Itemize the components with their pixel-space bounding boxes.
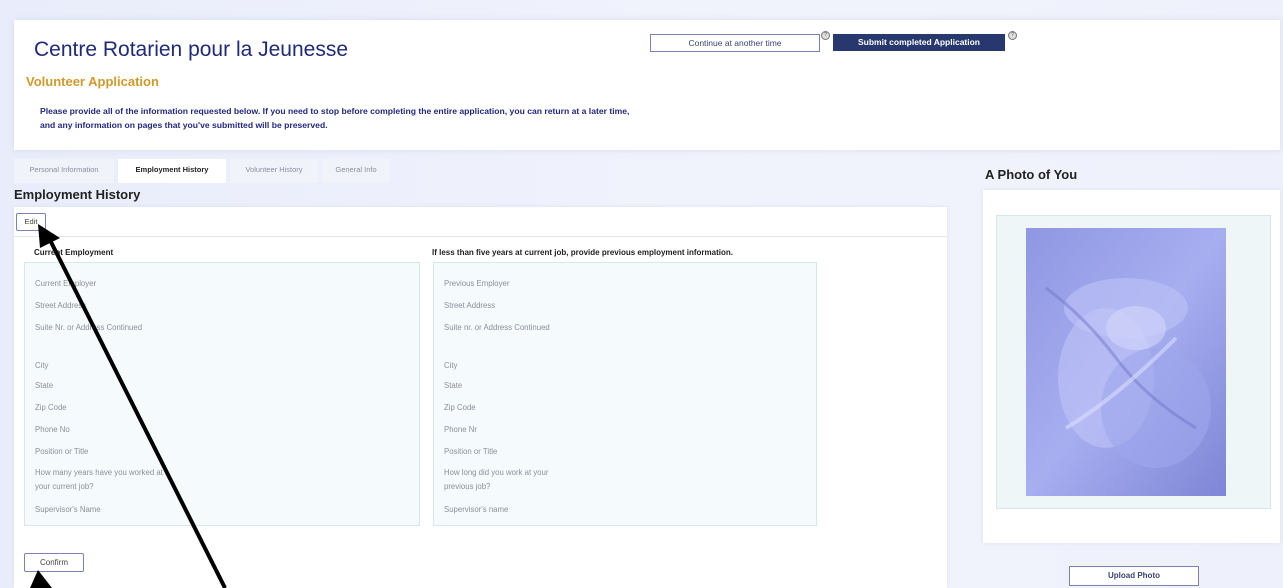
field-phone[interactable]: Phone No xyxy=(35,423,70,437)
field-prev-position[interactable]: Position or Title xyxy=(444,445,497,459)
tab-volunteer-history[interactable]: Volunteer History xyxy=(230,159,318,183)
field-state[interactable]: State xyxy=(35,379,53,393)
continue-later-button[interactable]: Continue at another time xyxy=(650,34,820,52)
photo-title: A Photo of You xyxy=(985,167,1078,182)
help-icon[interactable]: ? xyxy=(821,31,830,40)
field-previous-employer[interactable]: Previous Employer xyxy=(444,277,509,291)
field-street-address[interactable]: Street Address xyxy=(35,299,86,313)
tab-general-info[interactable]: General Info xyxy=(322,159,390,183)
photo-frame xyxy=(996,215,1271,509)
submit-application-button[interactable]: Submit completed Application xyxy=(833,34,1005,51)
upload-photo-button[interactable]: Upload Photo xyxy=(1069,566,1199,586)
field-suite-address[interactable]: Suite Nr. or Address Continued xyxy=(35,321,145,335)
field-current-employer[interactable]: Current Employer xyxy=(35,277,96,291)
current-employment-heading: Current Employment xyxy=(34,248,114,257)
field-prev-phone[interactable]: Phone Nr xyxy=(444,423,477,437)
field-city[interactable]: City xyxy=(35,359,48,373)
divider xyxy=(14,236,947,237)
field-prev-city[interactable]: City xyxy=(444,359,457,373)
field-position[interactable]: Position or Title xyxy=(35,445,88,459)
confirm-button[interactable]: Confirm xyxy=(24,553,84,572)
help-icon[interactable]: ? xyxy=(1008,31,1017,40)
previous-employment-heading: If less than five years at current job, … xyxy=(432,248,733,257)
tab-employment-history[interactable]: Employment History xyxy=(118,159,226,183)
section-title: Employment History xyxy=(14,187,141,202)
application-subtitle: Volunteer Application xyxy=(26,74,159,89)
field-years-current-job[interactable]: How many years have you worked at your c… xyxy=(35,466,175,494)
field-years-previous-job[interactable]: How long did you work at your previous j… xyxy=(444,466,574,494)
tab-personal-information[interactable]: Personal Information xyxy=(14,159,114,183)
field-prev-supervisor[interactable]: Supervisor's name xyxy=(444,503,508,517)
current-employment-box: Current Employer Street Address Suite Nr… xyxy=(24,262,420,526)
edit-button[interactable]: Edit xyxy=(16,213,46,231)
snow-angel-photo xyxy=(1026,228,1226,496)
field-zip-code[interactable]: Zip Code xyxy=(35,401,67,415)
field-prev-zip-code[interactable]: Zip Code xyxy=(444,401,476,415)
site-title: Centre Rotarien pour la Jeunesse xyxy=(34,38,349,61)
field-prev-street-address[interactable]: Street Address xyxy=(444,299,495,313)
previous-employment-box: Previous Employer Street Address Suite n… xyxy=(433,262,817,526)
instructions-text: Please provide all of the information re… xyxy=(40,106,630,130)
field-supervisor[interactable]: Supervisor's Name xyxy=(35,503,101,517)
field-prev-state[interactable]: State xyxy=(444,379,462,393)
field-prev-suite-address[interactable]: Suite nr. or Address Continued xyxy=(444,321,554,335)
